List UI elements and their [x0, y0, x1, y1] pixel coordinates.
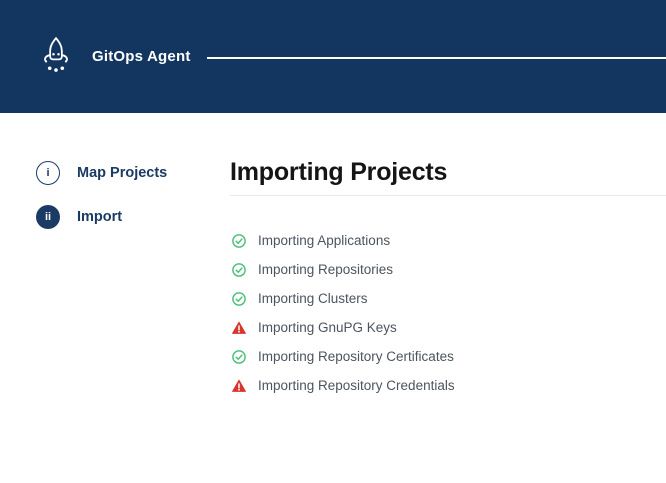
import-status-row: Importing Clusters: [232, 284, 666, 313]
import-status-label: Importing Repositories: [258, 262, 393, 277]
import-status-row: Importing Repository Certificates: [232, 342, 666, 371]
success-check-icon: [232, 263, 246, 277]
import-status-label: Importing Clusters: [258, 291, 368, 306]
import-status-row: Importing Applications: [232, 226, 666, 255]
import-status-label: Importing Repository Certificates: [258, 349, 454, 364]
error-warning-icon: [232, 321, 246, 335]
success-check-icon: [232, 292, 246, 306]
import-status-label: Importing Repository Credentials: [258, 378, 455, 393]
header-divider: [207, 57, 666, 59]
import-status-row: Importing Repository Credentials: [232, 371, 666, 400]
wizard-sidebar: i Map Projects ii Import: [0, 113, 230, 400]
page-body: i Map Projects ii Import Importing Proje…: [0, 113, 666, 400]
step-marker-ii: ii: [36, 205, 60, 229]
squid-logo-icon: [38, 34, 74, 80]
step-marker-i: i: [36, 161, 60, 185]
brand-title: GitOps Agent: [92, 48, 191, 65]
import-status-list: Importing Applications Importing Reposit…: [232, 226, 666, 400]
app-header: GitOps Agent: [0, 0, 666, 113]
import-status-label: Importing Applications: [258, 233, 390, 248]
page-title: Importing Projects: [230, 155, 666, 189]
main-panel: Importing Projects Importing Application…: [230, 113, 666, 400]
sidebar-item-label: Map Projects: [77, 165, 167, 181]
error-warning-icon: [232, 379, 246, 393]
import-status-row: Importing Repositories: [232, 255, 666, 284]
title-divider: [230, 195, 666, 196]
import-status-label: Importing GnuPG Keys: [258, 320, 397, 335]
success-check-icon: [232, 350, 246, 364]
success-check-icon: [232, 234, 246, 248]
import-status-row: Importing GnuPG Keys: [232, 313, 666, 342]
sidebar-item-label: Import: [77, 209, 122, 225]
sidebar-item-map-projects[interactable]: i Map Projects: [36, 161, 230, 185]
sidebar-item-import[interactable]: ii Import: [36, 205, 230, 229]
